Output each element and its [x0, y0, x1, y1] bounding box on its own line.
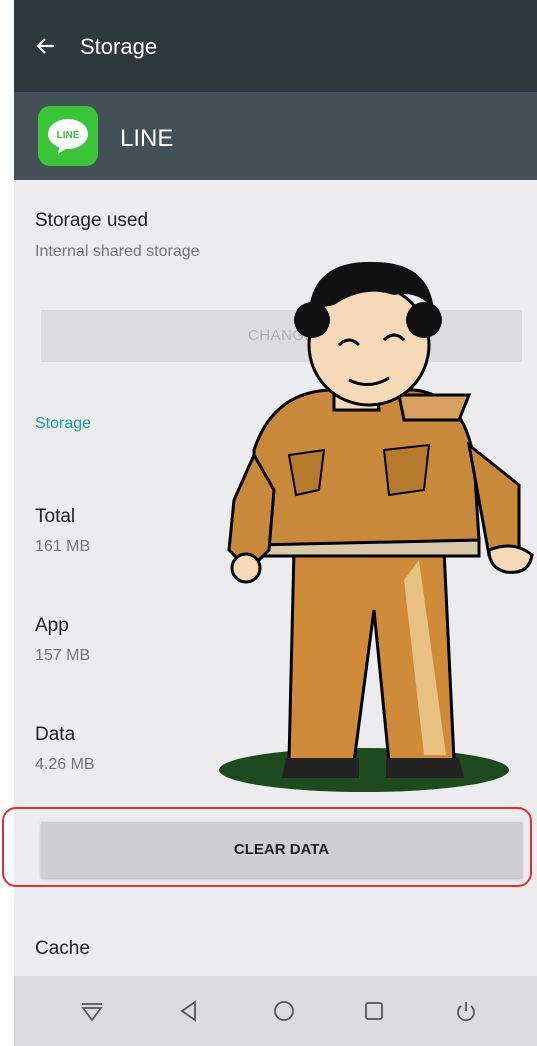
back-arrow-icon[interactable]	[34, 34, 58, 58]
app-size-label: App	[35, 615, 69, 636]
total-value: 161 MB	[35, 538, 91, 555]
toolbar-title: Storage	[80, 34, 158, 59]
toolbar: Storage	[14, 0, 537, 92]
line-app-icon: LINE	[38, 106, 98, 166]
chevron-down-icon[interactable]	[77, 996, 107, 1026]
cache-label: Cache	[35, 938, 90, 959]
cartoon-character-illustration	[219, 261, 534, 792]
phone-screen: Storage LINE LINE Storage used Internal …	[14, 0, 537, 1046]
back-triangle-icon[interactable]	[174, 996, 204, 1026]
app-size-value: 157 MB	[35, 647, 91, 664]
storage-used-subtitle: Internal shared storage	[35, 243, 200, 260]
storage-section-header: Storage	[35, 415, 92, 432]
clear-data-highlight	[2, 807, 532, 887]
data-size-label: Data	[35, 724, 76, 745]
power-icon[interactable]	[451, 996, 481, 1026]
line-icon-label: LINE	[57, 130, 80, 141]
home-circle-icon[interactable]	[269, 996, 299, 1026]
recents-square-icon[interactable]	[359, 996, 389, 1026]
total-label: Total	[35, 506, 76, 527]
storage-used-title: Storage used	[35, 210, 149, 231]
data-size-value: 4.26 MB	[35, 756, 95, 773]
system-navigation-bar	[14, 976, 537, 1046]
app-header: LINE LINE	[14, 92, 537, 180]
app-name: LINE	[120, 125, 174, 152]
